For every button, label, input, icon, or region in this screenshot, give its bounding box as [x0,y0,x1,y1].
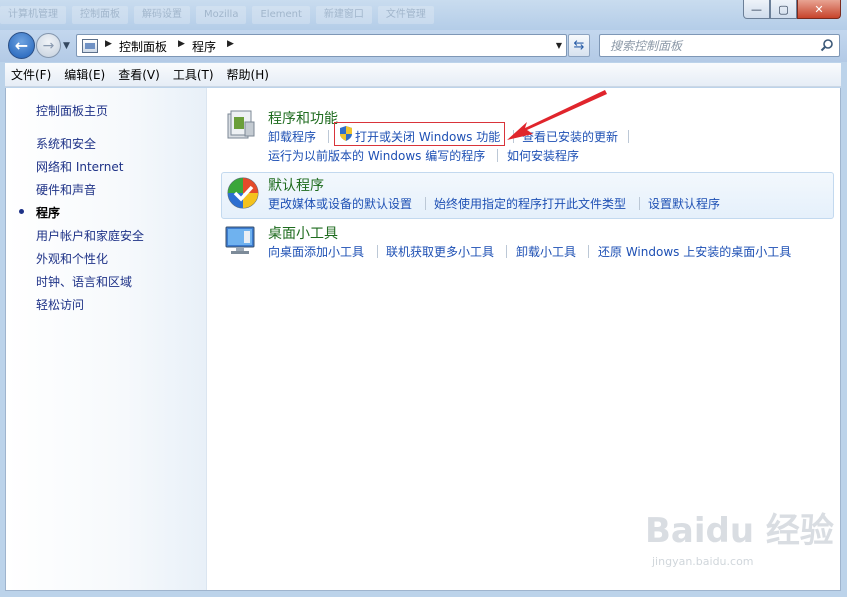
menu-file[interactable]: 文件(F) [11,66,51,83]
sidebar: 控制面板主页 系统和安全 网络和 Internet 硬件和声音 程序 用户帐户和… [6,88,207,590]
breadcrumb-separator-icon[interactable]: ▶ [227,39,234,49]
task-change-media-defaults[interactable]: 更改媒体或设备的默认设置 [268,195,412,212]
sidebar-item-programs[interactable]: 程序 [36,204,60,221]
breadcrumb-control-panel[interactable]: 控制面板 [119,38,167,55]
category-title-desktop-gadgets[interactable]: 桌面小工具 [268,223,338,243]
default-programs-icon[interactable] [226,176,260,210]
address-bar[interactable]: ▶ 控制面板 ▶ 程序 ▶ ▼ [76,34,567,57]
background-tab[interactable]: 文件管理 [377,6,434,24]
minimize-icon: — [751,2,762,16]
task-uninstall-gadget[interactable]: 卸载小工具 [516,243,576,260]
forward-button[interactable]: → [36,33,61,58]
close-icon: ✕ [814,2,824,16]
window-controls: — ▢ ✕ [743,0,841,19]
breadcrumb-programs[interactable]: 程序 [192,38,216,55]
divider [639,197,640,210]
menu-bar: 文件(F) 编辑(E) 查看(V) 工具(T) 帮助(H) [5,63,841,87]
breadcrumb-separator-icon[interactable]: ▶ [105,39,112,49]
background-tab[interactable]: 解码设置 [134,6,190,24]
annotation-arrow-icon [507,90,607,140]
task-how-to-install[interactable]: 如何安装程序 [507,147,579,164]
sidebar-item-network-internet[interactable]: 网络和 Internet [36,158,123,175]
category-title-programs-features[interactable]: 程序和功能 [268,108,338,128]
task-always-use-program[interactable]: 始终使用指定的程序打开此文件类型 [434,195,626,212]
divider [425,197,426,210]
task-turn-windows-features[interactable]: 打开或关闭 Windows 功能 [355,128,500,145]
refresh-button[interactable]: ⇆ [568,34,590,57]
programs-features-icon[interactable] [224,108,258,142]
menu-tools[interactable]: 工具(T) [173,66,214,83]
divider [328,130,329,143]
desktop-gadgets-icon[interactable] [224,223,258,257]
breadcrumb-separator-icon[interactable]: ▶ [178,39,185,49]
task-get-more-gadgets[interactable]: 联机获取更多小工具 [386,243,494,260]
close-button[interactable]: ✕ [797,0,841,19]
divider [506,245,507,258]
baidu-watermark: Baidu 经验 [645,511,834,551]
navigation-bar: ← → ▼ ▶ 控制面板 ▶ 程序 ▶ ▼ ⇆ [0,30,847,62]
task-restore-gadgets[interactable]: 还原 Windows 上安装的桌面小工具 [598,243,791,260]
divider [588,245,589,258]
menu-view[interactable]: 查看(V) [118,66,160,83]
menu-edit[interactable]: 编辑(E) [64,66,105,83]
title-bar: 计算机管理 控制面板 解码设置 Mozilla Element 新建窗口 文件管… [0,0,847,30]
task-uninstall-program[interactable]: 卸载程序 [268,128,316,145]
search-icon[interactable] [820,38,834,52]
divider [377,245,378,258]
control-panel-icon [82,39,98,53]
background-tab[interactable]: Element [252,6,310,24]
back-arrow-icon: ← [14,36,29,55]
maximize-icon: ▢ [778,2,789,16]
forward-arrow-icon: → [42,37,55,54]
task-set-default-programs[interactable]: 设置默认程序 [648,195,720,212]
sidebar-item-clock-language[interactable]: 时钟、语言和区域 [36,273,132,290]
sidebar-item-hardware-sound[interactable]: 硬件和声音 [36,181,96,198]
sidebar-item-ease-of-access[interactable]: 轻松访问 [36,296,84,313]
refresh-icon: ⇆ [573,38,585,53]
current-item-bullet-icon [19,209,24,214]
address-history-dropdown[interactable]: ▼ [556,41,562,50]
category-title-default-programs[interactable]: 默认程序 [268,175,324,195]
watermark-url: jingyan.baidu.com [652,555,754,568]
sidebar-item-control-panel-home[interactable]: 控制面板主页 [36,102,108,119]
menu-help[interactable]: 帮助(H) [227,66,269,83]
background-tab[interactable]: 计算机管理 [0,6,66,24]
task-add-gadgets[interactable]: 向桌面添加小工具 [268,243,364,260]
background-tab[interactable]: 控制面板 [72,6,128,24]
background-taskbar-tabs: 计算机管理 控制面板 解码设置 Mozilla Element 新建窗口 文件管… [0,6,434,26]
background-tab[interactable]: Mozilla [196,6,247,24]
maximize-button[interactable]: ▢ [770,0,797,19]
task-run-older-programs[interactable]: 运行为以前版本的 Windows 编写的程序 [268,147,485,164]
recent-pages-dropdown[interactable]: ▼ [63,41,70,51]
divider [497,149,498,162]
search-input[interactable] [600,35,810,56]
divider [628,130,629,143]
search-box[interactable] [599,34,840,57]
sidebar-item-user-accounts[interactable]: 用户帐户和家庭安全 [36,227,144,244]
sidebar-item-appearance[interactable]: 外观和个性化 [36,250,108,267]
minimize-button[interactable]: — [743,0,770,19]
background-tab[interactable]: 新建窗口 [315,6,372,24]
back-button[interactable]: ← [8,32,35,59]
sidebar-item-system-security[interactable]: 系统和安全 [36,135,96,152]
uac-shield-icon [340,126,352,141]
